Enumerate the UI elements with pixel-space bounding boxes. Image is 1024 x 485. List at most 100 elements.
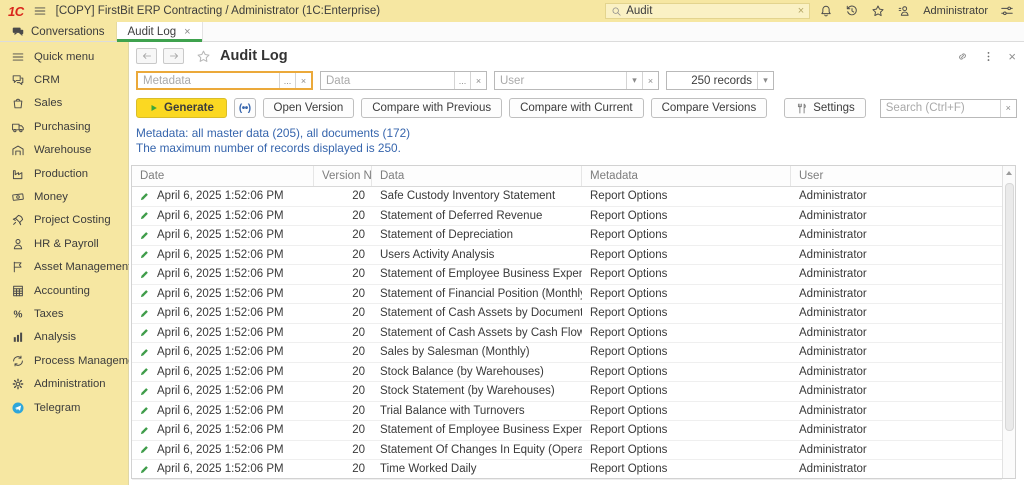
open-version-button[interactable]: Open Version: [262, 98, 355, 118]
tune-menu-icon[interactable]: [1000, 4, 1014, 18]
table-row[interactable]: April 6, 2025 1:52:06 PM 20 Users Activity…: [132, 246, 1002, 265]
table-row[interactable]: April 6, 2025 1:52:06 PM 20 Statement Of C…: [132, 441, 1002, 460]
favorites-star-icon[interactable]: [871, 4, 885, 18]
sidebar-item-accounting[interactable]: Accounting: [0, 279, 128, 302]
sidebar-item-process-management[interactable]: Process Management: [0, 349, 144, 372]
compare-with-previous-button[interactable]: Compare with Previous: [361, 98, 503, 118]
sidebar-item-administration[interactable]: Administration: [0, 372, 128, 395]
scroll-up-icon[interactable]: [1003, 166, 1015, 179]
records-dropdown-icon[interactable]: ▾: [757, 72, 773, 89]
logo-1c: 1С: [8, 3, 24, 19]
cell-user: Administrator: [799, 268, 867, 281]
get-link-icon[interactable]: [956, 50, 969, 63]
records-count-value: 250 records: [691, 74, 752, 87]
current-user-label[interactable]: Administrator: [923, 5, 988, 17]
favorite-star-icon[interactable]: [196, 49, 211, 64]
project-costing-icon: [11, 213, 25, 227]
tab-audit-log[interactable]: Audit Log ×: [116, 22, 203, 42]
records-count-select[interactable]: 250 records ▾: [666, 71, 774, 90]
data-filter-input[interactable]: [321, 72, 454, 89]
data-clear-icon[interactable]: ×: [470, 72, 486, 89]
table-row[interactable]: April 6, 2025 1:52:06 PM 20 Time Worked Da…: [132, 460, 1002, 480]
table-search-clear-icon[interactable]: ×: [999, 99, 1016, 117]
column-header-date[interactable]: Date: [132, 166, 314, 186]
pencil-icon: [139, 230, 150, 241]
cell-data: Statement of Cash Assets by Cash Flow It…: [380, 326, 582, 339]
filter-summary-line1[interactable]: Metadata: all master data (205), all doc…: [136, 126, 1016, 141]
sidebar-item-purchasing[interactable]: Purchasing: [0, 115, 128, 138]
table-row[interactable]: April 6, 2025 1:52:06 PM 20 Sales by Sales…: [132, 343, 1002, 363]
cell-data: Statement of Employee Business Expenses …: [380, 424, 582, 437]
data-filter-group: ... ×: [320, 71, 487, 90]
filter-summary: Metadata: all master data (205), all doc…: [129, 122, 1024, 158]
table-row[interactable]: April 6, 2025 1:52:06 PM 20 Safe Custody I…: [132, 187, 1002, 207]
table-row[interactable]: April 6, 2025 1:52:06 PM 20 Trial Balance …: [132, 402, 1002, 421]
cell-version: 20: [352, 385, 365, 398]
table-row[interactable]: April 6, 2025 1:52:06 PM 20 Stock Statemen…: [132, 382, 1002, 402]
data-select-icon[interactable]: ...: [454, 72, 470, 89]
settings-button[interactable]: Settings: [784, 98, 866, 118]
metadata-clear-icon[interactable]: ×: [295, 73, 311, 88]
table-row[interactable]: April 6, 2025 1:52:06 PM 20 Statement of E…: [132, 421, 1002, 441]
history-icon[interactable]: [845, 4, 859, 18]
compare-versions-button[interactable]: Compare Versions: [650, 98, 768, 118]
table-row[interactable]: April 6, 2025 1:52:06 PM 20 Statement of D…: [132, 226, 1002, 246]
sidebar-item-analysis[interactable]: Analysis: [0, 326, 128, 349]
cell-user: Administrator: [799, 229, 867, 242]
user-clear-icon[interactable]: ×: [642, 72, 658, 89]
main-menu-icon[interactable]: [33, 4, 47, 18]
table-row[interactable]: April 6, 2025 1:52:06 PM 20 Statement of F…: [132, 285, 1002, 304]
filter-summary-line2: The maximum number of records displayed …: [136, 141, 401, 155]
table-row[interactable]: April 6, 2025 1:52:06 PM 20 Stock Balance …: [132, 363, 1002, 382]
tab-close-icon[interactable]: ×: [184, 26, 190, 38]
kebab-menu-icon[interactable]: [982, 50, 995, 63]
cell-data: Statement of Deferred Revenue: [380, 209, 543, 222]
user-filter-input[interactable]: [495, 72, 626, 89]
sidebar-item-project-costing[interactable]: Project Costing: [0, 209, 128, 232]
cell-version: 20: [352, 326, 365, 339]
compare-with-current-button[interactable]: Compare with Current: [509, 98, 644, 118]
users-icon[interactable]: [897, 4, 911, 18]
metadata-select-icon[interactable]: ...: [279, 73, 295, 88]
column-header-user[interactable]: User: [791, 166, 1002, 186]
column-header-version[interactable]: Version No.: [314, 166, 372, 186]
global-search-input[interactable]: Audit ×: [605, 3, 811, 19]
vertical-scrollbar[interactable]: [1002, 166, 1015, 478]
cell-data: Statement of Employee Business Expenses …: [380, 268, 582, 281]
back-button[interactable]: [136, 48, 157, 64]
play-icon: [149, 103, 159, 113]
cell-version: 20: [352, 365, 365, 378]
sidebar-item-taxes[interactable]: % Taxes: [0, 302, 128, 325]
sidebar-item-crm[interactable]: CRM: [0, 68, 128, 91]
scrollbar-thumb[interactable]: [1004, 183, 1014, 431]
sidebar-item-quick-menu[interactable]: Quick menu: [0, 45, 128, 68]
sidebar-item-money[interactable]: Money: [0, 185, 128, 208]
global-search-clear-icon[interactable]: ×: [798, 5, 804, 17]
table-row[interactable]: April 6, 2025 1:52:06 PM 20 Statement of C…: [132, 304, 1002, 324]
cell-version: 20: [352, 346, 365, 359]
cell-version: 20: [352, 209, 365, 222]
user-dropdown-icon[interactable]: ▾: [626, 72, 642, 89]
table-search-input[interactable]: [880, 99, 1000, 117]
table-row[interactable]: April 6, 2025 1:52:06 PM 20 Statement of D…: [132, 207, 1002, 226]
table-row[interactable]: April 6, 2025 1:52:06 PM 20 Statement of C…: [132, 324, 1002, 343]
sidebar-item-warehouse[interactable]: Warehouse: [0, 139, 128, 162]
tab-conversations[interactable]: Conversations: [0, 22, 117, 41]
table-row[interactable]: April 6, 2025 1:52:06 PM 20 Statement of E…: [132, 265, 1002, 285]
auto-refresh-button[interactable]: (••): [233, 98, 256, 118]
sidebar-item-asset-management[interactable]: Asset Management: [0, 256, 131, 279]
cell-user: Administrator: [799, 248, 867, 261]
sidebar-item-production[interactable]: Production: [0, 162, 128, 185]
sidebar-item-sales[interactable]: Sales: [0, 92, 128, 115]
close-form-icon[interactable]: ×: [1008, 49, 1016, 64]
sidebar-item-telegram[interactable]: Telegram: [0, 396, 128, 419]
metadata-filter-input[interactable]: [138, 73, 279, 88]
column-header-metadata[interactable]: Metadata: [582, 166, 791, 186]
notifications-bell-icon[interactable]: [819, 4, 833, 18]
sidebar-item-label: Money: [34, 191, 68, 204]
sidebar-item-hr-payroll[interactable]: HR & Payroll: [0, 232, 128, 255]
pencil-icon: [139, 425, 150, 436]
column-header-data[interactable]: Data: [372, 166, 582, 186]
generate-button[interactable]: Generate: [136, 98, 227, 118]
forward-button[interactable]: [163, 48, 184, 64]
